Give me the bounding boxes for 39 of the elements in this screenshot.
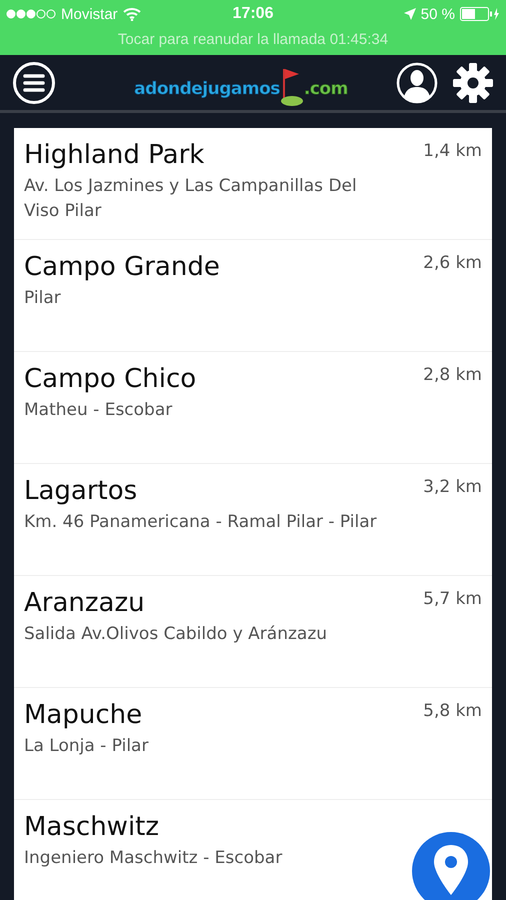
course-name: Lagartos xyxy=(24,475,138,508)
course-name: Mapuche xyxy=(24,699,142,732)
course-address: Av. Los Jazmines y Las Campanillas Del Viso Pilar xyxy=(24,175,358,223)
course-address: Salida Av.Olivos Cabildo y Aránzazu xyxy=(24,623,328,646)
course-row[interactable]: Lagartos 3,2 km Km. 46 Panamericana - Ramal Pilar - Pilar xyxy=(14,464,492,576)
course-name: Campo Chico xyxy=(24,363,196,396)
course-distance: 3,2 km xyxy=(423,476,482,499)
battery-percent: 50 % xyxy=(420,6,455,22)
course-row[interactable]: Mapuche 5,8 km La Lonja - Pilar xyxy=(14,688,492,800)
signal-icon xyxy=(6,9,56,19)
course-distance: 5,7 km xyxy=(423,588,482,611)
course-address: La Lonja - Pilar xyxy=(24,735,150,758)
course-name: Campo Grande xyxy=(24,251,220,284)
course-name: Highland Park xyxy=(24,139,204,172)
course-address: Matheu - Escobar xyxy=(24,399,174,422)
profile-button[interactable] xyxy=(396,62,438,104)
course-distance: 2,8 km xyxy=(423,364,482,387)
carrier-name: Movistar xyxy=(61,6,118,22)
settings-button[interactable] xyxy=(452,62,494,104)
course-distance: 1,4 km xyxy=(423,140,482,163)
course-name: Maschwitz xyxy=(24,811,160,844)
wifi-icon xyxy=(122,7,141,21)
golf-flag-icon xyxy=(280,66,304,106)
course-address: Km. 46 Panamericana - Ramal Pilar - Pilar xyxy=(24,511,378,534)
location-arrow-icon xyxy=(404,8,416,20)
course-row[interactable]: Campo Chico 2,8 km Matheu - Escobar xyxy=(14,352,492,464)
logo-text: adondejugamos xyxy=(134,78,280,98)
logo-suffix: .com xyxy=(304,78,348,98)
course-distance: 5,8 km xyxy=(423,700,482,723)
clock-time: 17:06 xyxy=(232,5,274,23)
course-row[interactable]: Campo Grande 2,6 km Pilar xyxy=(14,240,492,352)
course-address: Pilar xyxy=(24,287,62,310)
menu-button[interactable] xyxy=(12,60,56,104)
course-name: Aranzazu xyxy=(24,587,145,620)
course-distance: 2,6 km xyxy=(423,252,482,275)
course-row[interactable]: Highland Park 1,4 km Av. Los Jazmines y Las Campanillas Del Viso Pilar xyxy=(14,128,492,240)
course-address: Ingeniero Maschwitz - Escobar xyxy=(24,847,284,870)
course-row[interactable]: Aranzazu 5,7 km Salida Av.Olivos Cabildo y Aránzazu xyxy=(14,576,492,688)
battery-icon xyxy=(460,7,500,21)
